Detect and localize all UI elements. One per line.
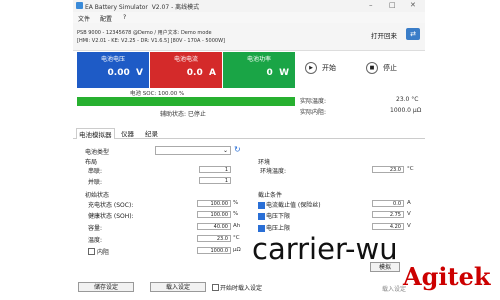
fuse-label: 电流截止值 (保险丝) [266,202,321,209]
env-temp-input[interactable]: 23.0 [372,166,404,173]
menu-config[interactable]: 配置 [100,14,112,23]
soc-label: 电池 SOC: 100.00 % [130,91,185,97]
fuse-input[interactable]: 0.0 [372,200,404,207]
battery-type-label: 电池类型 [85,149,110,156]
voltage-high-unit: V [407,223,411,229]
parallel-input[interactable]: 1 [199,177,231,184]
close-button[interactable]: ✕ [410,1,416,9]
watermark-text: carrier-wu [252,232,398,266]
stop-button[interactable]: ■ 停止 [366,62,397,74]
refresh-icon[interactable]: ↻ [234,145,241,154]
power-panel: 电池功率 0 W [223,52,295,88]
voltage-low-label: 电压下限 [266,213,291,220]
tab-log[interactable]: 纪录 [145,128,158,138]
temperature-unit: °C [233,235,240,241]
resist-label: 实际内阻: [300,109,327,116]
environment-title: 环境 [258,159,271,166]
power-value: 0 W [266,68,289,78]
remote-label[interactable]: 打开回来 [371,30,397,40]
remote-icon[interactable]: ⇄ [406,28,420,40]
state-label: 辅助状态: 已停止 [160,111,206,118]
resistance-checkbox[interactable] [88,248,95,255]
app-icon [76,2,83,9]
layout-title: 布局 [85,159,98,166]
tab-instrument[interactable]: 仪器 [121,128,134,138]
voltage-low-unit: V [407,211,411,217]
capacity-unit: Ah [233,223,241,229]
agitek-logo: Agitek [403,262,491,291]
soc-input[interactable]: 100.00 [197,200,231,207]
resistance-unit: µΩ [233,247,241,253]
start-button[interactable]: ▶ 开始 [305,62,336,74]
current-panel: 电池电流 0.0 A [150,52,222,88]
initial-state-title: 初始状态 [85,192,110,199]
load-settings-button[interactable]: 载入设定 [150,282,206,292]
resistance-input[interactable]: 1000.0 [197,247,231,254]
autoload-label: 开始时载入设定 [220,285,263,292]
temperature-input[interactable]: 23.0 [197,235,231,242]
stop-icon: ■ [366,62,378,74]
voltage-panel: 电池电压 0.00 V [77,52,149,88]
minimize-button[interactable]: – [369,1,373,9]
menu-help[interactable]: ? [123,14,126,21]
env-temp-unit: °C [407,166,414,172]
fuse-checkbox[interactable] [258,202,265,209]
resist-value: 1000.0 µΩ [390,107,422,114]
soh-unit: % [233,211,239,217]
device-info-line1: PSB 9000 - 12345678 @Demo / 用户文本: Demo m… [77,30,212,36]
series-input[interactable]: 1 [199,166,231,173]
voltage-high-checkbox[interactable] [258,225,265,232]
current-title: 电池电流 [173,56,198,63]
env-temp-label: 环境温度: [260,168,287,175]
resistance-row-label: 内阻 [97,249,110,256]
soh-input[interactable]: 100.00 [197,211,231,218]
fuse-unit: A [407,200,411,206]
current-value: 0.0 A [186,68,216,78]
temperature-row-label: 温度: [88,237,103,244]
device-info-line2: [HMI: V2.01 - KE: V2.25 - DR: V1.6.5] [8… [77,38,225,44]
battery-type-select[interactable]: ⌄ [155,146,231,155]
play-icon: ▶ [305,62,317,74]
voltage-high-label: 电压上限 [266,225,291,232]
maximize-button[interactable]: □ [389,1,396,9]
soc-progress-bar [77,97,295,106]
voltage-high-input[interactable]: 4.20 [372,223,404,230]
voltage-value: 0.00 V [107,68,143,78]
soh-row-label: 健康状态 (SOH): [88,213,134,220]
menu-file[interactable]: 文件 [78,14,90,23]
voltage-low-input[interactable]: 2.75 [372,211,404,218]
temp-value: 23.0 °C [396,96,419,103]
autoload-checkbox[interactable] [212,284,219,291]
series-label: 串联: [88,168,103,175]
soc-unit: % [233,200,239,206]
soc-row-label: 充电状态 (SOC): [88,202,134,209]
capacity-input[interactable]: 40.00 [197,223,231,230]
tab-battery-simulator[interactable]: 电池模拟器 [76,128,115,139]
stop-conditions-title: 截止条件 [258,192,283,199]
voltage-title: 电池电压 [100,56,125,63]
parallel-label: 并联: [88,179,103,186]
chevron-down-icon: ⌄ [222,147,228,154]
temp-label: 实际温度: [300,98,327,105]
window-title: EA Battery Simulator V2.07 - 离线模式 [85,4,200,11]
voltage-low-checkbox[interactable] [258,213,265,220]
power-title: 电池功率 [246,56,271,63]
capacity-row-label: 容量: [88,225,103,232]
save-settings-button[interactable]: 储存设定 [78,282,134,292]
